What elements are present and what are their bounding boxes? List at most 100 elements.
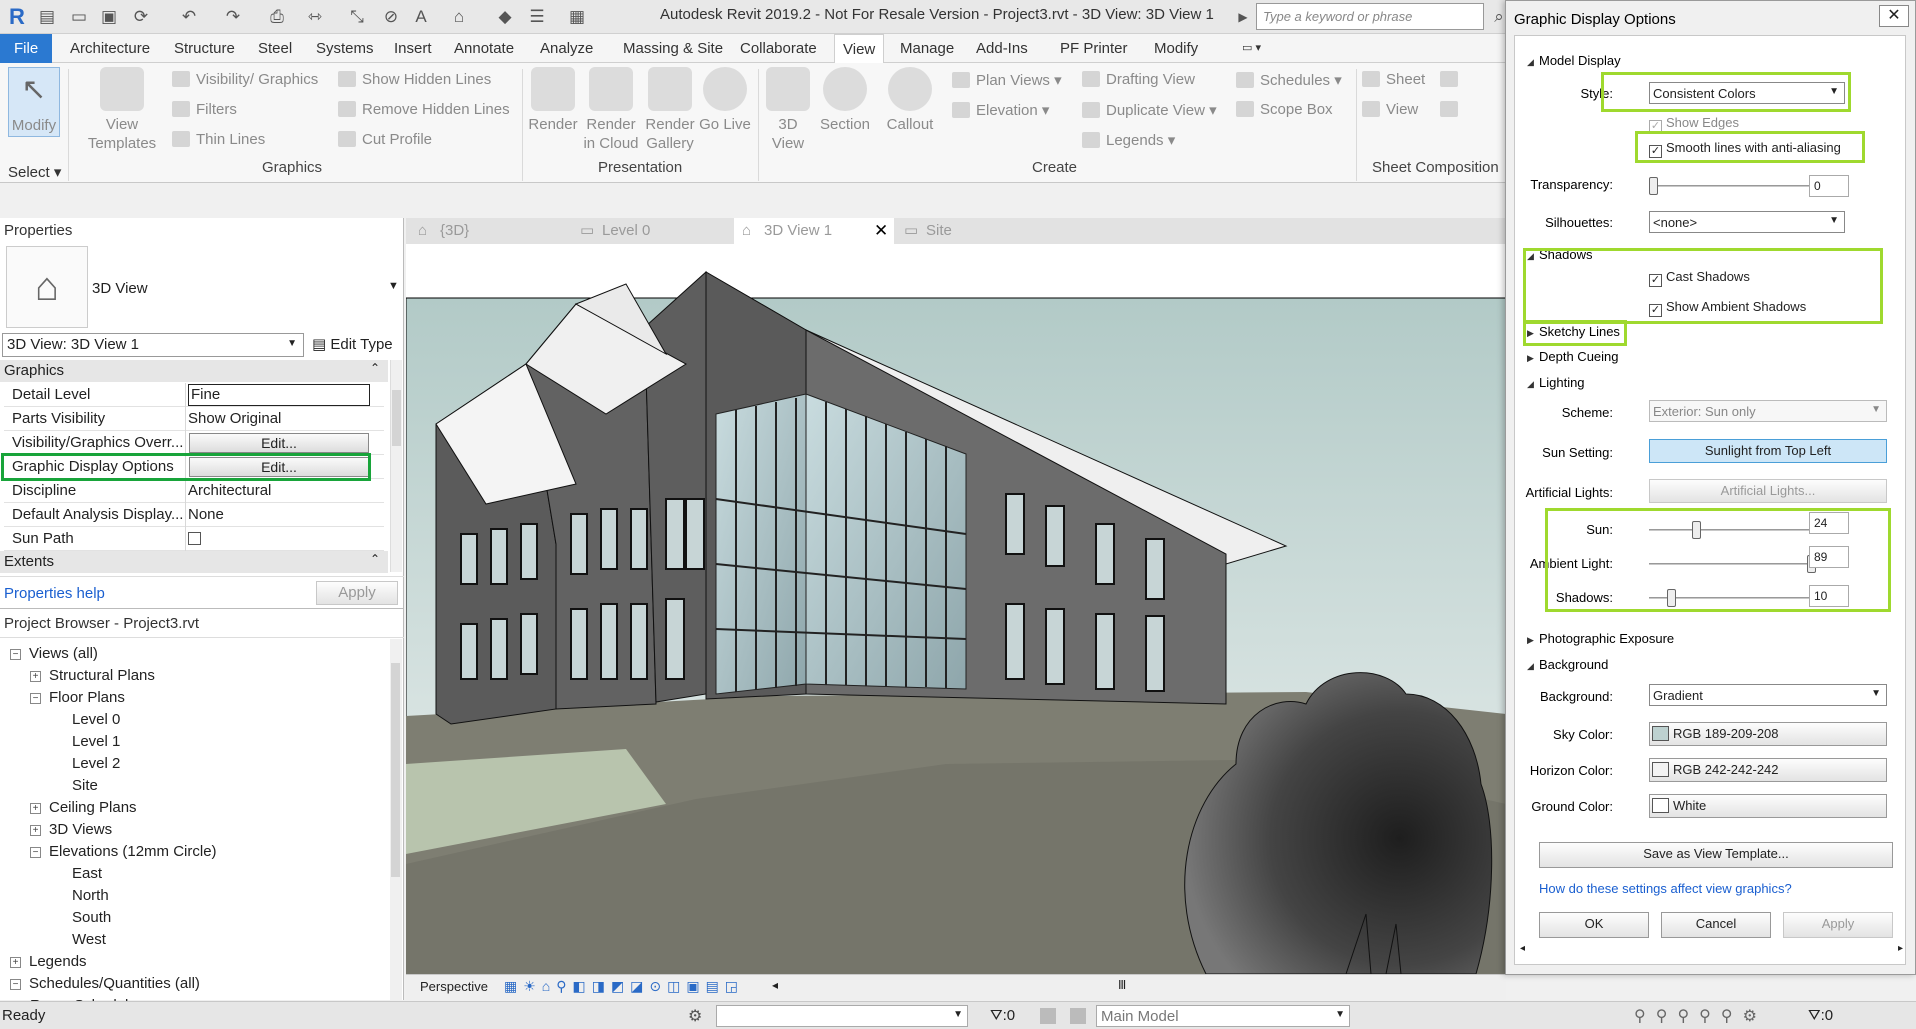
view-tab-site[interactable]: ▭ Site [896,218,1056,244]
revit-logo-icon[interactable]: R [6,6,28,28]
tab-file[interactable]: File [0,34,53,63]
default-analysis-value[interactable]: None [188,506,380,523]
section-model-display[interactable]: ◢ Model Display [1527,53,1621,68]
text-icon[interactable]: A [410,6,432,28]
print-icon[interactable]: ⎙ [266,6,288,28]
tab-systems[interactable]: Systems [308,34,382,63]
tab-steel[interactable]: Steel [250,34,300,63]
tree-item[interactable]: Level 1 [56,733,120,750]
type-dropdown-icon[interactable]: ▼ [388,280,399,292]
tree-item[interactable]: West [56,931,106,948]
sheet-button[interactable]: Sheet [1362,71,1425,88]
collapse-icon[interactable]: − [30,847,41,858]
save-as-view-template-button[interactable]: Save as View Template... [1539,842,1893,868]
scheme-dropdown[interactable]: Exterior: Sun only ▼ [1649,400,1887,422]
tab-collaborate[interactable]: Collaborate [732,34,825,63]
view-control-icons[interactable]: ▦☀⌂⚲◧◨◩◪⊙◫▣▤◲ [504,978,744,995]
tree-item[interactable]: + Structural Plans [30,667,155,684]
instance-selector[interactable]: 3D View: 3D View 1 ▼ [2,333,304,357]
visibility-graphics-edit-button[interactable]: Edit... [189,433,369,453]
worksharing-icon[interactable]: ⚙ [688,1006,702,1026]
filters-button[interactable]: Filters [172,101,237,118]
undo-icon[interactable]: ↶ [178,6,200,28]
view-tab-3d-view-1[interactable]: ⌂ 3D View 1 ✕ [734,218,894,244]
view-tab-level-0[interactable]: ▭ Level 0 [572,218,732,244]
3d-viewport[interactable] [405,244,1507,984]
tab-view[interactable]: View [834,34,885,64]
render-gallery-button[interactable]: Render Gallery [642,67,698,153]
measure-icon[interactable]: ⇿ [304,6,326,28]
tree-item[interactable]: − Views (all) [10,645,98,662]
section-button[interactable]: Section [816,67,874,134]
modify-button[interactable]: ↖ Modify [8,67,60,137]
scroll-handle-icon[interactable]: Ⅲ [1118,978,1126,992]
render-cloud-button[interactable]: Render in Cloud [582,67,640,153]
collapse-icon[interactable]: − [10,649,21,660]
view-button[interactable]: View [1362,101,1418,118]
section-depth-cueing[interactable]: ▶ Depth Cueing [1527,349,1619,364]
thin-lines-button[interactable]: Thin Lines [172,131,265,148]
group-graphics[interactable]: Graphics ⌃ [0,360,388,382]
tree-item[interactable]: + Ceiling Plans [30,799,137,816]
ok-button[interactable]: OK [1539,912,1649,938]
dimension-icon[interactable]: ⤡ [346,6,368,28]
properties-scrollbar[interactable] [390,360,402,572]
section-lighting[interactable]: ◢ Lighting [1527,375,1585,390]
expand-icon[interactable]: + [30,803,41,814]
tree-item[interactable]: East [56,865,102,882]
background-dropdown[interactable]: Gradient ▼ [1649,684,1887,706]
visibility-graphics-button[interactable]: Visibility/ Graphics [172,71,318,88]
home-icon[interactable]: ▤ [36,6,58,28]
edit-type-button[interactable]: ▤ Edit Type [312,335,393,353]
selection-options-icons[interactable]: ⚲⚲⚲⚲⚲⚙ [1634,1006,1767,1026]
legends-button[interactable]: Legends ▾ [1082,131,1175,149]
view-tab-3d[interactable]: ⌂ {3D} [410,218,570,244]
drafting-view-button[interactable]: Drafting View [1082,71,1195,88]
tab-massing-site[interactable]: Massing & Site [615,34,731,63]
tree-item[interactable]: + Legends [10,953,87,970]
tree-item[interactable]: North [56,887,109,904]
view-mode-label[interactable]: Perspective [420,979,488,994]
design-option-dropdown[interactable]: Main Model ▼ [1096,1005,1350,1027]
scope-box-button[interactable]: Scope Box [1236,101,1333,118]
expand-icon[interactable]: + [30,671,41,682]
remove-hidden-lines-button[interactable]: Remove Hidden Lines [338,101,510,118]
search-input[interactable]: Type a keyword or phrase [1256,3,1484,30]
elevation-button[interactable]: Elevation ▾ [952,101,1049,119]
render-button[interactable]: Render [526,67,580,134]
tree-item[interactable]: − Elevations (12mm Circle) [30,843,217,860]
save-icon[interactable]: ▣ [98,6,120,28]
slider-thumb[interactable] [1649,177,1658,195]
tab-modify[interactable]: Modify [1146,34,1206,63]
tree-item[interactable]: Site [56,777,98,794]
plan-views-button[interactable]: Plan Views ▾ [952,71,1062,89]
tab-insert[interactable]: Insert [386,34,440,63]
ribbon-toggle-icon[interactable]: ▭ ▾ [1234,34,1269,63]
resize-right-icon[interactable]: ▸ [1898,943,1903,954]
section-icon[interactable]: ◆ [494,6,516,28]
close-tab-icon[interactable]: ✕ [874,218,888,244]
ground-color-button[interactable]: White [1649,794,1887,818]
tag-icon[interactable]: ⊘ [380,6,402,28]
properties-help-link[interactable]: Properties help [4,585,105,602]
design-options-icon[interactable] [1040,1008,1056,1024]
properties-apply-button[interactable]: Apply [316,581,398,605]
tab-analyze[interactable]: Analyze [532,34,601,63]
tab-add-ins[interactable]: Add-Ins [968,34,1036,63]
switch-windows-icon[interactable]: ▦ [566,6,588,28]
resize-left-icon[interactable]: ◂ [1520,943,1525,954]
cut-profile-button[interactable]: Cut Profile [338,131,432,148]
parts-visibility-value[interactable]: Show Original [188,410,380,427]
sync-icon[interactable]: ⟳ [130,6,152,28]
collapse-icon[interactable]: − [10,979,21,990]
section-photographic-exposure[interactable]: ▶ Photographic Exposure [1527,631,1674,646]
horizon-color-button[interactable]: RGB 242-242-242 [1649,758,1887,782]
apply-button[interactable]: Apply [1783,912,1893,938]
view-templates-button[interactable]: View Templates [84,67,160,153]
scroll-left-icon[interactable]: ◂ [772,978,778,992]
select-dropdown[interactable]: Select ▾ [8,163,61,181]
tree-item[interactable]: Level 2 [56,755,120,772]
expand-icon[interactable]: + [30,825,41,836]
thin-lines-icon[interactable]: ☰ [526,6,548,28]
settings-help-link[interactable]: How do these settings affect view graphi… [1539,881,1792,896]
